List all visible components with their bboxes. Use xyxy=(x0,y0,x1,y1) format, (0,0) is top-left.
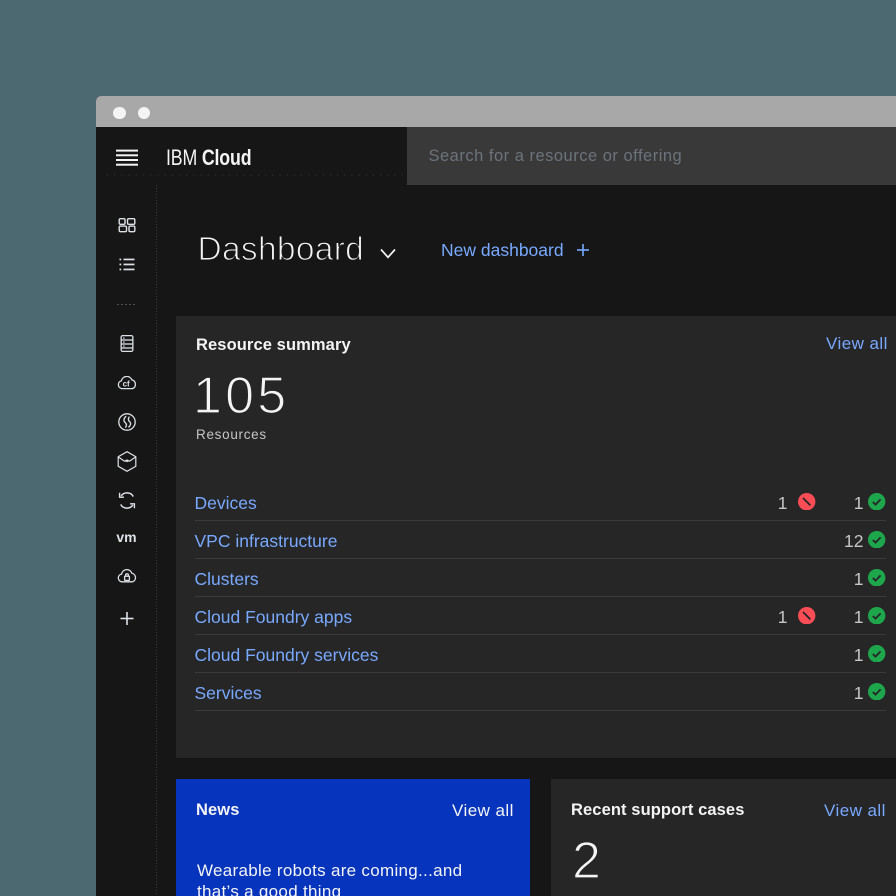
svg-text:cf: cf xyxy=(122,380,129,389)
